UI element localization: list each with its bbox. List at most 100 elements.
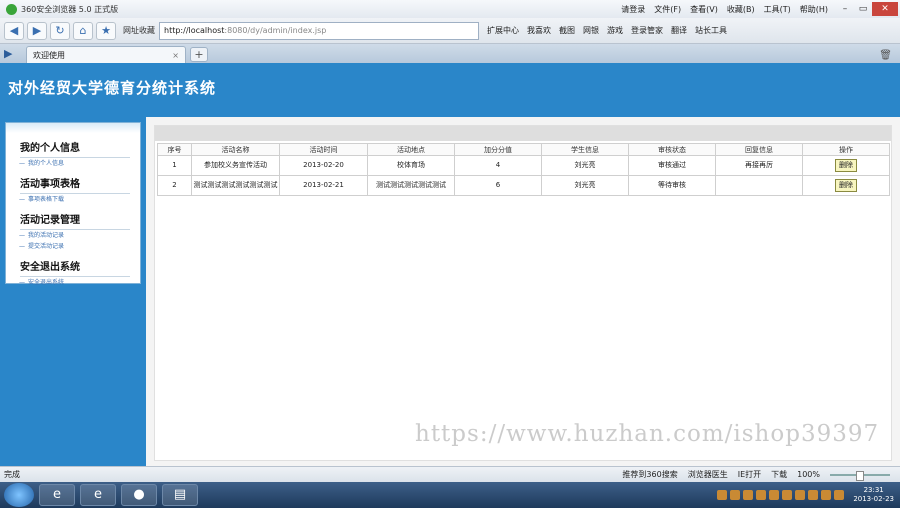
tab-welcome[interactable]: 欢迎使用 × bbox=[26, 46, 186, 63]
menu-tools[interactable]: 工具(T) bbox=[764, 4, 791, 15]
maximize-button[interactable]: ▭ bbox=[854, 2, 872, 16]
sidebar-group-title: 活动记录管理 bbox=[20, 205, 130, 230]
url-host: http://localhost bbox=[164, 26, 225, 35]
cell-activity-time: 2013-02-21 bbox=[279, 175, 368, 196]
delete-button[interactable]: 删除 bbox=[835, 159, 857, 172]
clock-time: 23:31 bbox=[863, 486, 884, 494]
col-header-reply: 回复信息 bbox=[715, 143, 803, 156]
favorites-button[interactable]: 网址收藏 bbox=[123, 25, 155, 36]
browser-title: 360安全浏览器 5.0 正式版 bbox=[21, 4, 119, 14]
menu-view[interactable]: 查看(V) bbox=[690, 4, 718, 15]
back-button[interactable]: ◀ bbox=[4, 21, 24, 40]
status-zoom-level[interactable]: 100% bbox=[797, 470, 820, 479]
tray-icon[interactable] bbox=[821, 490, 832, 500]
cell-student: 刘光亮 bbox=[541, 175, 629, 196]
clock-date: 2013-02-23 bbox=[853, 495, 894, 503]
trash-icon[interactable]: 🗑 bbox=[879, 50, 892, 61]
cell-activity-name: 参加校义务宣传活动 bbox=[191, 155, 280, 176]
tray-icon[interactable] bbox=[717, 490, 728, 500]
sidebar-toggle-icon[interactable]: ▶ bbox=[4, 46, 20, 62]
table-row: 2 测试测试测试测试测试测试 2013-02-21 测试测试测试测试测试 6 刘… bbox=[157, 175, 890, 196]
col-header-index: 序号 bbox=[157, 143, 192, 156]
minimize-button[interactable]: – bbox=[836, 2, 854, 16]
tool-games[interactable]: 游戏 bbox=[607, 25, 623, 36]
col-header-activity-time: 活动时间 bbox=[279, 143, 368, 156]
address-bar[interactable]: http://localhost:8080/dy/admin/index.jsp bbox=[159, 21, 479, 40]
taskbar-eclipse-icon[interactable]: ● bbox=[121, 484, 157, 506]
status-ie-open[interactable]: IE打开 bbox=[738, 469, 761, 480]
tool-login-manager[interactable]: 登录管家 bbox=[631, 25, 663, 36]
cell-student: 刘光亮 bbox=[541, 155, 629, 176]
tray-icon[interactable] bbox=[730, 490, 741, 500]
col-header-review-status: 审核状态 bbox=[628, 143, 716, 156]
sidebar-item-my-records[interactable]: 我的活动记录 bbox=[19, 230, 130, 241]
cell-index: 1 bbox=[157, 155, 192, 176]
taskbar-folder-icon[interactable]: ▤ bbox=[162, 484, 198, 506]
tab-label: 欢迎使用 bbox=[33, 50, 65, 60]
delete-button[interactable]: 删除 bbox=[835, 179, 857, 192]
sidebar-item-submit-record[interactable]: 提交活动记录 bbox=[19, 241, 130, 252]
menu-login[interactable]: 请登录 bbox=[621, 4, 645, 15]
browser-logo-icon bbox=[6, 3, 17, 15]
star-icon: ★ bbox=[101, 23, 111, 37]
taskbar-360-browser-icon[interactable]: e bbox=[39, 484, 75, 506]
tool-bank[interactable]: 网银 bbox=[583, 25, 599, 36]
tray-icon[interactable] bbox=[834, 490, 845, 500]
tool-screenshot[interactable]: 截图 bbox=[559, 25, 575, 36]
system-title: 对外经贸大学德育分统计系统 bbox=[8, 79, 217, 97]
sidebar-item-logout[interactable]: 安全退出系统 bbox=[19, 277, 130, 288]
browser-title-bar: 360安全浏览器 5.0 正式版 请登录 文件(F) 查看(V) 收藏(B) 工… bbox=[0, 0, 900, 18]
cell-index: 2 bbox=[157, 175, 192, 196]
status-recommend-search[interactable]: 推荐到360搜索 bbox=[622, 469, 677, 480]
tool-extensions[interactable]: 扩展中心 bbox=[487, 25, 519, 36]
status-download[interactable]: 下载 bbox=[771, 469, 787, 480]
cell-action: 删除 bbox=[802, 175, 890, 196]
start-button-icon[interactable] bbox=[4, 483, 34, 507]
records-table: 序号 活动名称 活动时间 活动地点 加分分值 学生信息 审核状态 回复信息 操作… bbox=[157, 143, 890, 196]
forward-button[interactable]: ▶ bbox=[27, 21, 47, 40]
tray-icon[interactable] bbox=[756, 490, 767, 500]
sidebar-group-records: 活动记录管理 我的活动记录 提交活动记录 bbox=[19, 205, 130, 252]
cell-review-status: 等待审核 bbox=[628, 175, 716, 196]
tool-webmaster[interactable]: 站长工具 bbox=[695, 25, 727, 36]
tray-icon[interactable] bbox=[769, 490, 780, 500]
cell-activity-name: 测试测试测试测试测试测试 bbox=[191, 175, 280, 196]
tray-icon[interactable] bbox=[808, 490, 819, 500]
sidebar-menu: 我的个人信息 我的个人信息 活动事项表格 事项表格下载 活动记录管理 我的活动记… bbox=[5, 122, 141, 288]
system-clock[interactable]: 23:31 2013-02-23 bbox=[853, 486, 894, 504]
menu-help[interactable]: 帮助(H) bbox=[800, 4, 828, 15]
star-button[interactable]: ★ bbox=[96, 21, 116, 40]
cell-activity-time: 2013-02-20 bbox=[279, 155, 368, 176]
col-header-activity-location: 活动地点 bbox=[367, 143, 455, 156]
new-tab-button[interactable]: + bbox=[190, 47, 208, 62]
panel-header-bar bbox=[155, 126, 891, 141]
cell-reply: 再接再厉 bbox=[715, 155, 803, 176]
tray-icon[interactable] bbox=[782, 490, 793, 500]
sidebar-group-title: 活动事项表格 bbox=[20, 169, 130, 194]
close-button[interactable]: ✕ bbox=[872, 2, 898, 16]
taskbar-ie-icon[interactable]: e bbox=[80, 484, 116, 506]
col-header-activity-name: 活动名称 bbox=[191, 143, 280, 156]
tool-like[interactable]: 我喜欢 bbox=[527, 25, 551, 36]
status-text: 完成 bbox=[4, 470, 20, 479]
table-row: 1 参加校义务宣传活动 2013-02-20 校体育场 4 刘光亮 审核通过 再… bbox=[157, 155, 890, 176]
zoom-slider[interactable] bbox=[830, 470, 890, 481]
menu-file[interactable]: 文件(F) bbox=[654, 4, 681, 15]
menu-favorites[interactable]: 收藏(B) bbox=[727, 4, 755, 15]
records-panel: 序号 活动名称 活动时间 活动地点 加分分值 学生信息 审核状态 回复信息 操作… bbox=[154, 125, 892, 461]
sidebar-group-personal: 我的个人信息 我的个人信息 bbox=[19, 133, 130, 169]
refresh-button[interactable]: ↻ bbox=[50, 21, 70, 40]
cell-activity-location: 测试测试测试测试测试 bbox=[367, 175, 455, 196]
browser-status-bar: 完成 推荐到360搜索 浏览器医生 IE打开 下载 100% bbox=[0, 466, 900, 482]
tab-close-icon[interactable]: × bbox=[172, 51, 179, 60]
col-header-points: 加分分值 bbox=[454, 143, 542, 156]
tool-translate[interactable]: 翻译 bbox=[671, 25, 687, 36]
tray-icon[interactable] bbox=[795, 490, 806, 500]
status-browser-doctor[interactable]: 浏览器医生 bbox=[688, 469, 728, 480]
sidebar-item-personal-info[interactable]: 我的个人信息 bbox=[19, 158, 130, 169]
forward-arrow-icon: ▶ bbox=[32, 23, 42, 37]
home-button[interactable]: ⌂ bbox=[73, 21, 93, 40]
browser-menu-bar: 请登录 文件(F) 查看(V) 收藏(B) 工具(T) 帮助(H) bbox=[621, 4, 828, 15]
sidebar-item-form-download[interactable]: 事项表格下载 bbox=[19, 194, 130, 205]
tray-icon[interactable] bbox=[743, 490, 754, 500]
